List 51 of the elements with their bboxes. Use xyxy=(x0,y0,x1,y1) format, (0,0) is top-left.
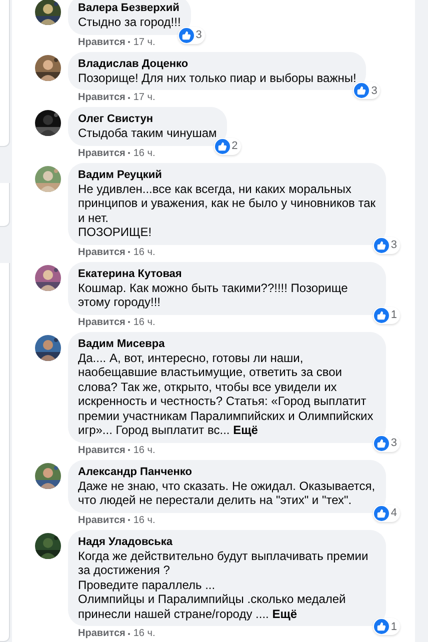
comment-time: 16 ч. xyxy=(133,444,156,458)
comment-text: Стыдоба таким чинушам xyxy=(78,126,217,140)
comment-time: 16 ч. xyxy=(133,316,156,330)
like-link[interactable]: Нравится xyxy=(78,512,126,528)
like-icon xyxy=(374,308,389,322)
comment-text: Кошмар. Как можно быть такими??!!!! Позорище этому городу!!! xyxy=(78,280,349,310)
comment-text: Стыдно за город!!! xyxy=(78,15,181,30)
author-name[interactable]: Владислав Доценко xyxy=(78,56,356,70)
like-icon xyxy=(354,83,370,98)
reaction-badge[interactable]: 3 xyxy=(372,434,400,452)
comment-time: 17 ч. xyxy=(133,91,156,105)
side-panel xyxy=(0,183,10,227)
author-name[interactable]: Олег Свистун xyxy=(78,112,217,126)
like-link[interactable]: Нравится xyxy=(78,244,126,260)
comment-text: Даже не знаю, что сказать. Не ожидал. Оказывается, что людей не перестали делить на "этих" и "тех". xyxy=(78,478,376,508)
comment-time: 17 ч. xyxy=(133,36,156,50)
reaction-badge[interactable]: 1 xyxy=(372,306,400,324)
like-icon xyxy=(374,238,389,252)
like-link[interactable]: Нравится xyxy=(78,34,126,50)
author-name[interactable]: Александр Панченко xyxy=(78,464,376,478)
reaction-badge[interactable]: 3 xyxy=(372,236,400,254)
reaction-badge[interactable]: 3 xyxy=(178,26,205,44)
author-name[interactable]: Вадим Реуцкий xyxy=(78,168,376,182)
like-icon xyxy=(374,506,389,520)
like-icon xyxy=(374,619,389,634)
comment-text: Позорище! Для них только пиар и выборы важны! xyxy=(78,70,356,85)
comment-time: 16 ч. xyxy=(133,246,156,260)
like-icon xyxy=(374,436,389,450)
author-name[interactable]: Екатерина Кутовая xyxy=(78,266,376,280)
author-name[interactable]: Вадим Мисевра xyxy=(78,336,376,350)
like-link[interactable]: Нравится xyxy=(78,626,126,641)
reaction-badge[interactable]: 2 xyxy=(214,138,241,154)
reaction-badge[interactable]: 3 xyxy=(353,82,380,99)
more-link[interactable]: Ещё xyxy=(233,423,258,437)
like-link[interactable]: Нравится xyxy=(78,90,126,105)
like-link[interactable]: Нравится xyxy=(78,314,126,330)
comment-text: Когда же действительно будут выплачивать премии за достижения ? Проведите параллель ... Олимпийцы и Паралимпийцы .сколько медалей принесли нашей стране/городу .... Ещё xyxy=(78,548,370,621)
reaction-badge[interactable]: 1 xyxy=(372,618,400,635)
like-link[interactable]: Нравится xyxy=(78,442,126,458)
comment-time: 16 ч. xyxy=(133,146,156,160)
author-name[interactable]: Надя Уладовська xyxy=(78,534,376,548)
like-link[interactable]: Нравится xyxy=(78,146,126,160)
comment-text: Да.... А, вот, интересно, готовы ли наши, наобещавшие властьимущие, ответить за свои слова? Так же, открыто, чтобы все увидели их искренность и честность? Статья: «Город выплатит премии участникам Паралимпийских и Олимпийских игр»... Город выплатит вс... Ещё xyxy=(78,350,374,438)
author-name[interactable]: Валера Безверхий xyxy=(78,1,181,15)
comment-text: Не удивлен...все как всегда, ни каких моральных принципов и уважения, как не было у чиновников так и нет. ПОЗОРИЩЕ! xyxy=(78,182,376,240)
like-icon xyxy=(178,28,194,42)
like-icon xyxy=(214,138,230,154)
comment-time: 16 ч. xyxy=(133,514,156,528)
comment-time: 16 ч. xyxy=(133,627,156,641)
more-link[interactable]: Ещё xyxy=(272,606,298,620)
reaction-badge[interactable]: 4 xyxy=(372,504,400,522)
